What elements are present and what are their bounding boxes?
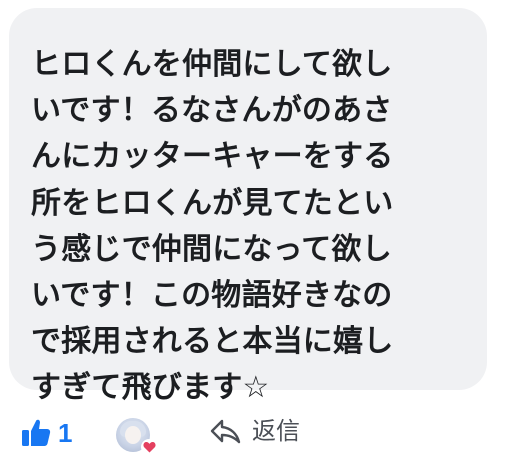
reply-button[interactable]: 返信 — [208, 415, 300, 447]
reply-arrow-icon — [208, 416, 242, 446]
comment-line: で採用されると本当に嬉し — [31, 324, 394, 360]
comment-line: んにカッターキャーをする — [31, 139, 394, 175]
heart-icon — [141, 439, 157, 455]
thumbs-up-icon — [20, 417, 52, 449]
comment-line: いです！るなさんがのあさ — [31, 93, 393, 129]
comment-line: う感じで仲間になって欲し — [31, 231, 392, 267]
comment-line: ヒロくんを仲間にして欲し — [31, 47, 393, 82]
like-count: 1 — [58, 418, 73, 448]
like-button[interactable]: 1 — [20, 417, 72, 449]
comment-bubble: ヒロくんを仲間にして欲し いです！るなさんがのあさ んにカッターキャーをする 所… — [9, 8, 487, 405]
comment-line: 所をヒロくんが見てたとい — [31, 185, 394, 221]
comment-actions: 1 返信 — [0, 405, 512, 457]
reply-label: 返信 — [252, 417, 300, 445]
comment-line: いです！この物語好きなの — [31, 278, 393, 314]
comment-text: ヒロくんを仲間にして欲し いです！るなさんがのあさ んにカッターキャーをする 所… — [31, 42, 467, 412]
